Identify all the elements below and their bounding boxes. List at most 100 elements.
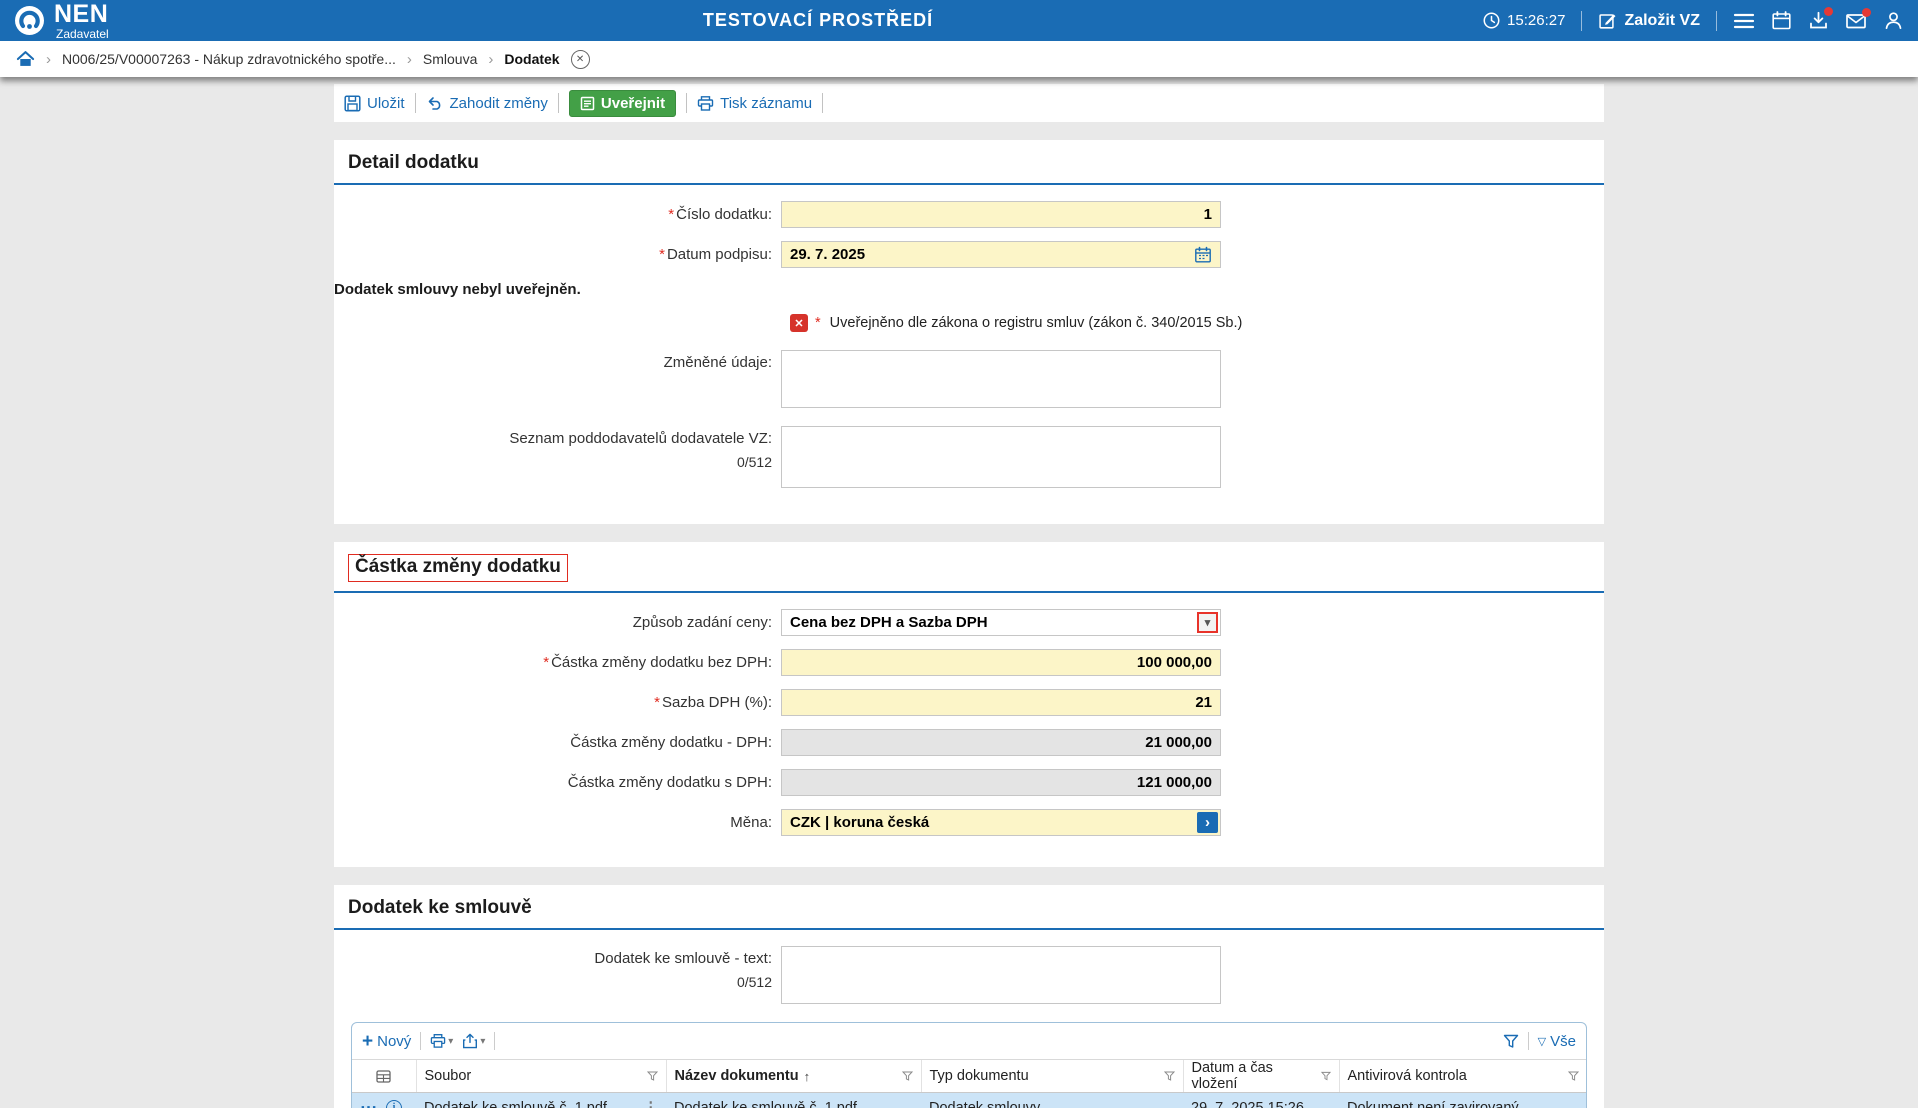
column-header-soubor[interactable]: Soubor [416, 1060, 666, 1093]
error-x-icon[interactable]: ✕ [790, 314, 808, 332]
field-label-dph: Částka změny dodatku - DPH: [334, 733, 781, 753]
cell-typ[interactable]: Dodatek smlouvy [921, 1093, 1183, 1108]
row-selector-header[interactable] [352, 1060, 416, 1093]
dodatek-text-textarea[interactable] [781, 946, 1221, 1004]
section-title: Dodatek ke smlouvě [334, 885, 1604, 930]
field-label-zpusob: Způsob zadání ceny: [334, 613, 781, 633]
kebab-menu-icon[interactable]: ⋮ [644, 1100, 659, 1108]
row-menu-icon[interactable]: ⋯ [360, 1099, 378, 1108]
char-counter: 0/512 [334, 973, 772, 991]
chevron-down-icon: ▽ [1538, 1035, 1546, 1048]
chevron-down-icon: ▾ [480, 1036, 485, 1047]
discard-label: Zahodit změny [450, 95, 548, 112]
print-record-button[interactable]: Tisk záznamu [697, 95, 812, 112]
cell-antivir[interactable]: Dokument není zavirovaný [1339, 1093, 1587, 1108]
required-mark: * [543, 654, 549, 671]
toolbar-divider [415, 93, 416, 113]
seznam-poddodavatelu-textarea[interactable] [781, 426, 1221, 488]
breadcrumb-separator: › [407, 51, 412, 68]
castka-s-dph-readonly: 121 000,00 [781, 769, 1221, 796]
datepicker-icon[interactable] [1194, 246, 1212, 264]
grid-toolbar-divider [1528, 1032, 1529, 1050]
column-header-nazev[interactable]: Název dokumentu ↑ [666, 1060, 921, 1093]
environment-title: TESTOVACÍ PROSTŘEDÍ [703, 0, 933, 41]
char-counter: 0/512 [334, 453, 772, 471]
plus-icon: + [362, 1032, 373, 1051]
grid-toolbar-divider [494, 1032, 495, 1050]
home-icon[interactable] [16, 50, 35, 68]
column-filter-icon[interactable] [1321, 1071, 1331, 1081]
sazba-dph-input[interactable]: 21 [781, 689, 1221, 716]
cislo-dodatku-input[interactable]: 1 [781, 201, 1221, 228]
required-mark: * [815, 315, 821, 331]
grid-print-button[interactable]: ▾ [430, 1033, 453, 1049]
cell-soubor[interactable]: Dodatek ke smlouvě č. 1.pdf ⋮ [416, 1093, 666, 1108]
session-timer: 15:26:27 [1482, 11, 1565, 30]
castka-dph-readonly: 21 000,00 [781, 729, 1221, 756]
field-label-s-dph: Částka změny dodatku s DPH: [334, 773, 781, 793]
required-mark: * [654, 694, 660, 711]
breadcrumb: › N006/25/V00007263 - Nákup zdravotnické… [0, 41, 1918, 77]
create-vz-label: Založit VZ [1624, 12, 1700, 30]
grid-toolbar-divider [420, 1032, 421, 1050]
column-filter-icon[interactable] [902, 1071, 913, 1081]
topbar-divider [1581, 11, 1582, 31]
messages-badge [1862, 8, 1871, 17]
calendar-icon[interactable] [1771, 10, 1792, 31]
castka-bez-dph-input[interactable]: 100 000,00 [781, 649, 1221, 676]
dropdown-arrow-icon[interactable]: ▾ [1197, 612, 1218, 633]
view-all-button[interactable]: ▽ Vše [1538, 1033, 1576, 1050]
table-icon [376, 1070, 391, 1083]
downloads-button[interactable] [1808, 10, 1829, 31]
info-icon[interactable]: i [386, 1100, 402, 1108]
topbar-divider [1716, 11, 1717, 31]
zmenene-udaje-textarea[interactable] [781, 350, 1221, 408]
user-icon[interactable] [1883, 10, 1904, 31]
clock-icon [1482, 11, 1501, 30]
export-icon [462, 1033, 478, 1049]
new-document-button[interactable]: + Nový [362, 1032, 411, 1051]
mena-picker[interactable]: CZK | koruna česká › [781, 809, 1221, 836]
column-header-antivir[interactable]: Antivirová kontrola [1339, 1060, 1587, 1093]
column-filter-icon[interactable] [1164, 1071, 1175, 1081]
datum-podpisu-input[interactable]: 29. 7. 2025 [781, 241, 1221, 268]
section-castka-zmeny: Částka změny dodatku Způsob zadání ceny:… [334, 542, 1604, 867]
required-mark: * [668, 206, 674, 223]
documents-grid: + Nový ▾ [351, 1022, 1587, 1108]
create-vz-button[interactable]: Založit VZ [1598, 11, 1700, 30]
filter-icon[interactable] [1503, 1034, 1519, 1049]
breadcrumb-smlouva[interactable]: Smlouva [423, 51, 477, 67]
nen-home-link[interactable]: NEN Zadavatel [14, 2, 109, 40]
breadcrumb-contract[interactable]: N006/25/V00007263 - Nákup zdravotnického… [62, 51, 396, 67]
column-header-datum[interactable]: Datum a čas vložení [1183, 1060, 1339, 1093]
close-record-icon[interactable]: ✕ [571, 50, 590, 69]
column-header-typ[interactable]: Typ dokumentu [921, 1060, 1183, 1093]
cell-nazev[interactable]: Dodatek ke smlouvě č. 1.pdf [666, 1093, 921, 1108]
save-button[interactable]: Uložit [344, 95, 405, 112]
column-filter-icon[interactable] [1568, 1071, 1579, 1081]
undo-icon [426, 95, 444, 111]
section-dodatek-ke-smlouve: Dodatek ke smlouvě Dodatek ke smlouvě - … [334, 885, 1604, 1108]
column-filter-icon[interactable] [647, 1071, 658, 1081]
table-row[interactable]: ⋯ i Dodatek ke smlouvě č. 1.pdf ⋮ [352, 1093, 1587, 1108]
menu-icon[interactable] [1733, 11, 1755, 31]
printer-icon [430, 1033, 446, 1049]
save-label: Uložit [367, 95, 405, 112]
grid-export-button[interactable]: ▾ [462, 1033, 485, 1049]
section-title-error-frame: Částka změny dodatku [348, 554, 568, 582]
messages-button[interactable] [1845, 11, 1867, 31]
publish-button[interactable]: Uveřejnit [569, 90, 676, 117]
brand-subtitle: Zadavatel [56, 28, 109, 40]
row-tools-cell: ⋯ i [352, 1093, 416, 1108]
printer-icon [697, 95, 714, 112]
discard-changes-button[interactable]: Zahodit změny [426, 95, 548, 112]
chevron-down-icon: ▾ [448, 1036, 453, 1047]
record-panel: Uložit Zahodit změny Uveřejnit [334, 84, 1604, 1108]
open-picker-icon[interactable]: › [1197, 812, 1218, 833]
cell-datum[interactable]: 29. 7. 2025 15:26 [1183, 1093, 1339, 1108]
field-label-datum: *Datum podpisu: [334, 245, 781, 265]
sort-asc-icon[interactable]: ↑ [804, 1069, 811, 1084]
downloads-badge [1824, 7, 1833, 16]
toolbar-divider [686, 93, 687, 113]
zpusob-zadani-ceny-select[interactable]: Cena bez DPH a Sazba DPH ▾ [781, 609, 1221, 636]
